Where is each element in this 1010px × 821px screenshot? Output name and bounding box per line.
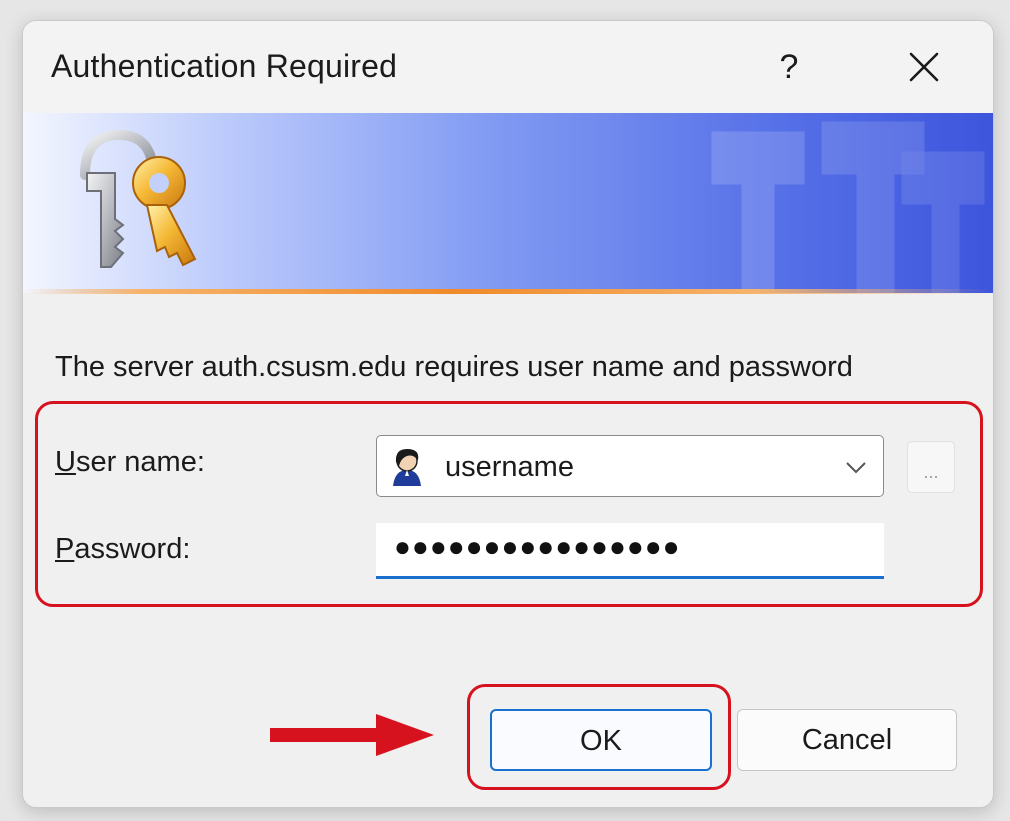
dialog-banner: [23, 113, 993, 293]
username-value: username: [445, 451, 574, 483]
keys-icon: [80, 129, 197, 268]
banner-divider: [23, 289, 993, 294]
screenshot-stage: Authentication Required ? The server aut…: [0, 0, 1010, 821]
title-bar: Authentication Required ?: [23, 21, 993, 113]
server-message: The server auth.csusm.edu requires user …: [55, 351, 853, 383]
close-button[interactable]: [896, 43, 952, 91]
close-icon: [909, 52, 939, 82]
authentication-dialog: Authentication Required ? The server aut…: [22, 20, 994, 808]
user-avatar-icon: [387, 446, 427, 486]
username-combobox[interactable]: username: [376, 435, 884, 497]
username-label-accesskey: U: [55, 446, 76, 478]
dialog-title: Authentication Required: [51, 48, 398, 84]
username-label: User name:: [55, 446, 205, 479]
password-input[interactable]: ●●●●●●●●●●●●●●●●: [376, 523, 884, 579]
help-button[interactable]: ?: [765, 43, 813, 91]
password-mask: ●●●●●●●●●●●●●●●●: [394, 531, 681, 562]
password-label: Password:: [55, 533, 190, 566]
cancel-button[interactable]: Cancel: [737, 709, 957, 771]
password-label-text: assword:: [74, 533, 191, 565]
password-label-accesskey: P: [55, 533, 75, 565]
browse-button[interactable]: ...: [907, 441, 955, 493]
key-watermark-icon: [711, 121, 985, 293]
chevron-down-icon[interactable]: [843, 454, 869, 480]
ok-button[interactable]: OK: [490, 709, 712, 771]
username-label-text: ser name:: [75, 446, 205, 478]
